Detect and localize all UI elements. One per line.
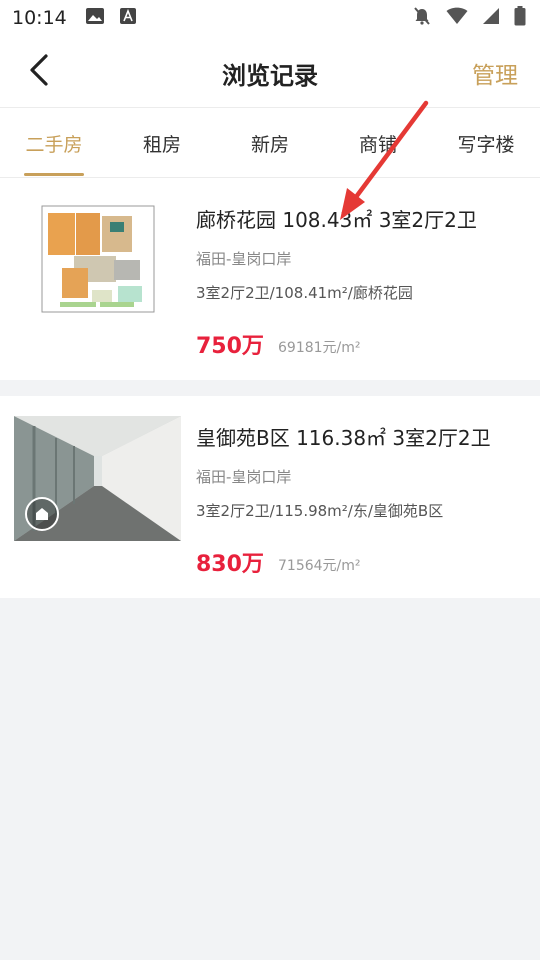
tab-shop[interactable]: 商铺: [324, 108, 432, 178]
listing-card[interactable]: 皇御苑B区 116.38㎡ 3室2厅2卫 福田-皇岗口岸 3室2厅2卫/115.…: [0, 396, 540, 598]
listing-desc: 3室2厅2卫/108.41m²/廊桥花园: [196, 284, 413, 302]
listing-unit-price: 69181元/m²: [278, 340, 361, 356]
tab-office[interactable]: 写字楼: [432, 108, 540, 178]
tab-rent[interactable]: 租房: [108, 108, 216, 178]
listing-price: 750万: [196, 334, 264, 359]
listing-area: 福田-皇岗口岸: [196, 468, 292, 486]
status-time: 10:14: [12, 7, 67, 29]
image-icon: [85, 7, 105, 29]
page-title: 浏览记录: [222, 62, 318, 90]
floorplan-thumbnail: [14, 198, 181, 323]
header-bar: 浏览记录 管理: [0, 36, 540, 108]
wifi-icon: [446, 7, 468, 29]
listing-unit-price: 71564元/m²: [278, 558, 361, 574]
font-icon: [119, 7, 137, 29]
signal-icon: [482, 7, 500, 29]
status-bar: 10:14: [0, 0, 540, 36]
listing-desc: 3室2厅2卫/115.98m²/东/皇御苑B区: [196, 502, 444, 520]
category-tabs: 二手房 租房 新房 商铺 写字楼: [0, 108, 540, 178]
listing-title: 皇御苑B区 116.38㎡ 3室2厅2卫: [196, 426, 491, 450]
tab-new-house[interactable]: 新房: [216, 108, 324, 178]
room-photo-thumbnail: [14, 416, 181, 541]
listing-card[interactable]: 廊桥花园 108.43㎡ 3室2厅2卫 福田-皇岗口岸 3室2厅2卫/108.4…: [0, 178, 540, 380]
bell-off-icon: [412, 6, 432, 30]
history-list: 廊桥花园 108.43㎡ 3室2厅2卫 福田-皇岗口岸 3室2厅2卫/108.4…: [0, 178, 540, 614]
listing-price: 830万: [196, 552, 264, 577]
manage-button[interactable]: 管理: [472, 56, 518, 90]
tab-second-hand[interactable]: 二手房: [0, 108, 108, 178]
battery-icon: [514, 6, 526, 30]
listing-title: 廊桥花园 108.43㎡ 3室2厅2卫: [196, 208, 477, 232]
listing-area: 福田-皇岗口岸: [196, 250, 292, 268]
vr-icon: [24, 496, 60, 536]
